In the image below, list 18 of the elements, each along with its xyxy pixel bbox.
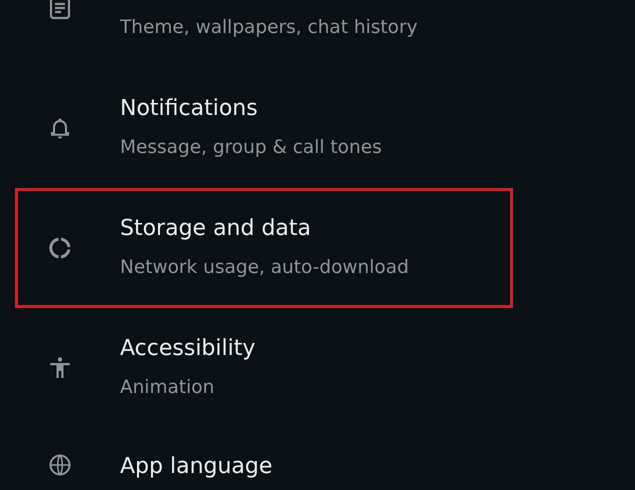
item-title: Accessibility [120,335,256,363]
item-title: App language [120,453,272,481]
accessibility-icon [48,356,72,380]
item-title: Storage and data [120,215,312,243]
document-icon [48,0,72,20]
item-title: Notifications [120,95,259,123]
settings-item[interactable]: Storage and data Network usage, auto-download [15,188,513,308]
settings-item[interactable]: App language [15,428,513,490]
item-subtitle: Message, group & call tones [120,136,382,160]
storage-icon [48,236,72,260]
item-subtitle: Theme, wallpapers, chat history [120,16,418,40]
bell-icon [48,116,72,140]
settings-item[interactable]: Theme, wallpapers, chat history [15,0,513,68]
item-subtitle: Animation [120,376,216,400]
item-subtitle: Network usage, auto-download [120,256,409,280]
settings-item[interactable]: Notifications Message, group & call tones [15,68,513,188]
settings-item[interactable]: Accessibility Animation [15,308,513,428]
globe-icon [48,453,72,477]
